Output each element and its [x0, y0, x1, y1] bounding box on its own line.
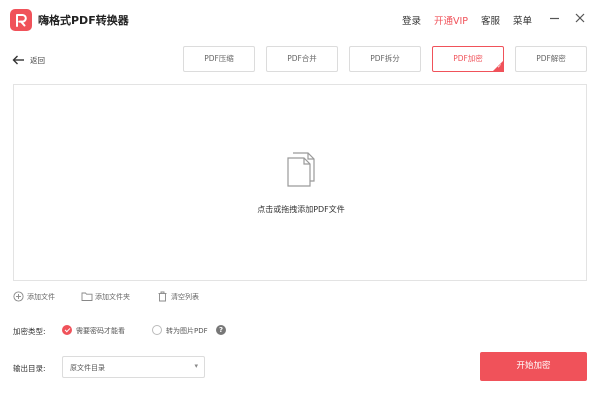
drop-hint-text: 点击或拖拽添加PDF文件 — [257, 205, 345, 214]
clear-list-label: 清空列表 — [171, 293, 199, 301]
folder-icon — [81, 292, 93, 301]
back-button[interactable]: 返回 — [12, 53, 52, 67]
output-dir-value: 原文件目录 — [70, 364, 105, 372]
arrow-left-icon — [12, 55, 24, 65]
title-bar: 嗨格式PDF转换器 登录 开通VIP 客服 菜单 — [0, 0, 600, 40]
output-dir-label: 输出目录: — [13, 364, 46, 373]
output-dir-select[interactable]: 原文件目录 ▾ — [62, 356, 205, 378]
vip-link[interactable]: 开通VIP — [434, 13, 468, 27]
help-icon[interactable]: ? — [216, 325, 226, 335]
login-link[interactable]: 登录 — [402, 13, 421, 27]
close-icon[interactable] — [571, 9, 589, 27]
tab-pdf-decrypt[interactable]: PDF解密 — [515, 46, 587, 72]
trash-icon — [158, 291, 167, 302]
encrypt-type-label: 加密类型: — [13, 327, 46, 336]
add-file-label: 添加文件 — [27, 293, 55, 301]
service-link[interactable]: 客服 — [481, 13, 500, 27]
add-circle-icon — [13, 291, 24, 302]
tab-label: PDF加密 — [453, 54, 483, 63]
radio-label: 转为图片PDF — [166, 327, 208, 335]
tab-pdf-compress[interactable]: PDF压缩 — [183, 46, 255, 72]
radio-label: 需要密码才能看 — [76, 327, 125, 335]
minimize-icon[interactable] — [546, 9, 564, 27]
document-stack-icon — [287, 152, 315, 187]
app-title: 嗨格式PDF转换器 — [38, 14, 129, 27]
clear-list-button[interactable]: 清空列表 — [157, 290, 217, 304]
tab-pdf-encrypt[interactable]: PDF加密 ✓ — [432, 46, 504, 72]
radio-unchecked-icon — [152, 325, 162, 335]
chevron-down-icon: ▾ — [194, 362, 198, 370]
file-drop-zone[interactable]: 点击或拖拽添加PDF文件 — [13, 84, 587, 281]
start-encrypt-button[interactable]: 开始加密 — [480, 352, 587, 381]
add-folder-label: 添加文件夹 — [95, 293, 130, 301]
back-label: 返回 — [30, 56, 45, 65]
menu-link[interactable]: 菜单 — [513, 13, 532, 27]
tab-pdf-split[interactable]: PDF拆分 — [349, 46, 421, 72]
radio-checked-icon — [62, 325, 72, 335]
tab-pdf-merge[interactable]: PDF合并 — [266, 46, 338, 72]
radio-convert-image-pdf[interactable]: 转为图片PDF ? — [152, 325, 232, 337]
add-folder-button[interactable]: 添加文件夹 — [81, 290, 151, 304]
add-file-button[interactable]: 添加文件 — [13, 290, 73, 304]
app-logo-icon — [10, 9, 32, 31]
radio-require-password[interactable]: 需要密码才能看 — [62, 325, 142, 337]
check-icon: ✓ — [496, 63, 502, 70]
